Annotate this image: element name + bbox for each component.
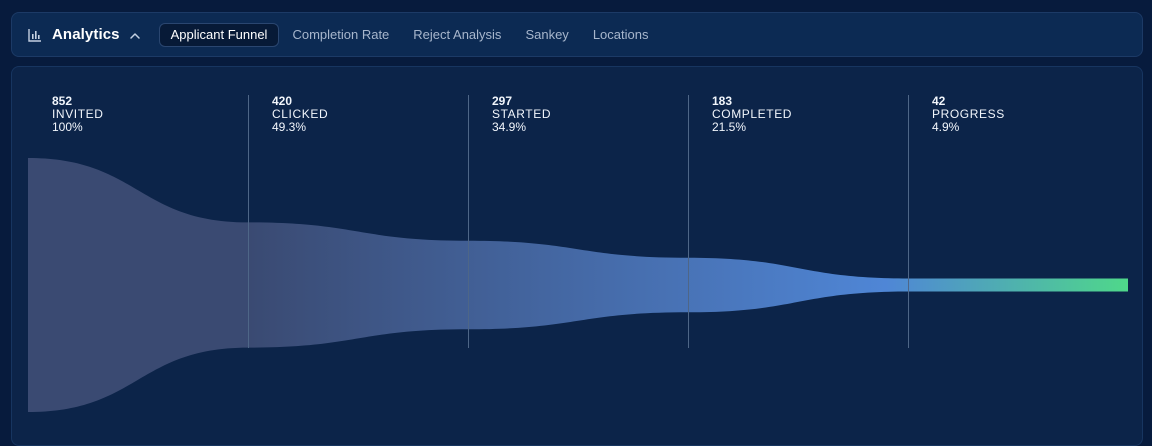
funnel-shape	[28, 158, 1128, 412]
bar-chart-icon	[28, 28, 42, 42]
stage-divider	[688, 95, 689, 348]
stage-clicked: 420 CLICKED 49.3%	[272, 95, 328, 134]
stage-divider	[248, 95, 249, 348]
stage-completed: 183 COMPLETED 21.5%	[712, 95, 792, 134]
stage-invited: 852 INVITED 100%	[52, 95, 104, 134]
stage-percent: 4.9%	[932, 120, 960, 134]
tab-sankey[interactable]: Sankey	[514, 23, 579, 47]
analytics-menu-toggle[interactable]: Analytics	[28, 26, 141, 43]
tab-applicant-funnel[interactable]: Applicant Funnel	[158, 22, 280, 47]
tab-completion-rate[interactable]: Completion Rate	[281, 23, 400, 47]
chevron-up-icon	[129, 29, 141, 41]
stage-started: 297 STARTED 34.9%	[492, 95, 551, 134]
stage-divider	[908, 95, 909, 348]
stage-percent: 21.5%	[712, 120, 747, 134]
stage-percent: 49.3%	[272, 120, 307, 134]
tab-locations[interactable]: Locations	[582, 23, 660, 47]
stage-percent: 100%	[52, 120, 83, 134]
funnel-panel: 852 INVITED 100% 420 CLICKED 49.3% 297 S…	[11, 66, 1143, 446]
stage-divider	[468, 95, 469, 348]
analytics-title: Analytics	[52, 26, 120, 43]
stage-progress: 42 PROGRESS 4.9%	[932, 95, 1005, 134]
stage-percent: 34.9%	[492, 120, 527, 134]
tab-reject-analysis[interactable]: Reject Analysis	[402, 23, 512, 47]
analytics-toolbar: Analytics Applicant Funnel Completion Ra…	[11, 12, 1143, 57]
